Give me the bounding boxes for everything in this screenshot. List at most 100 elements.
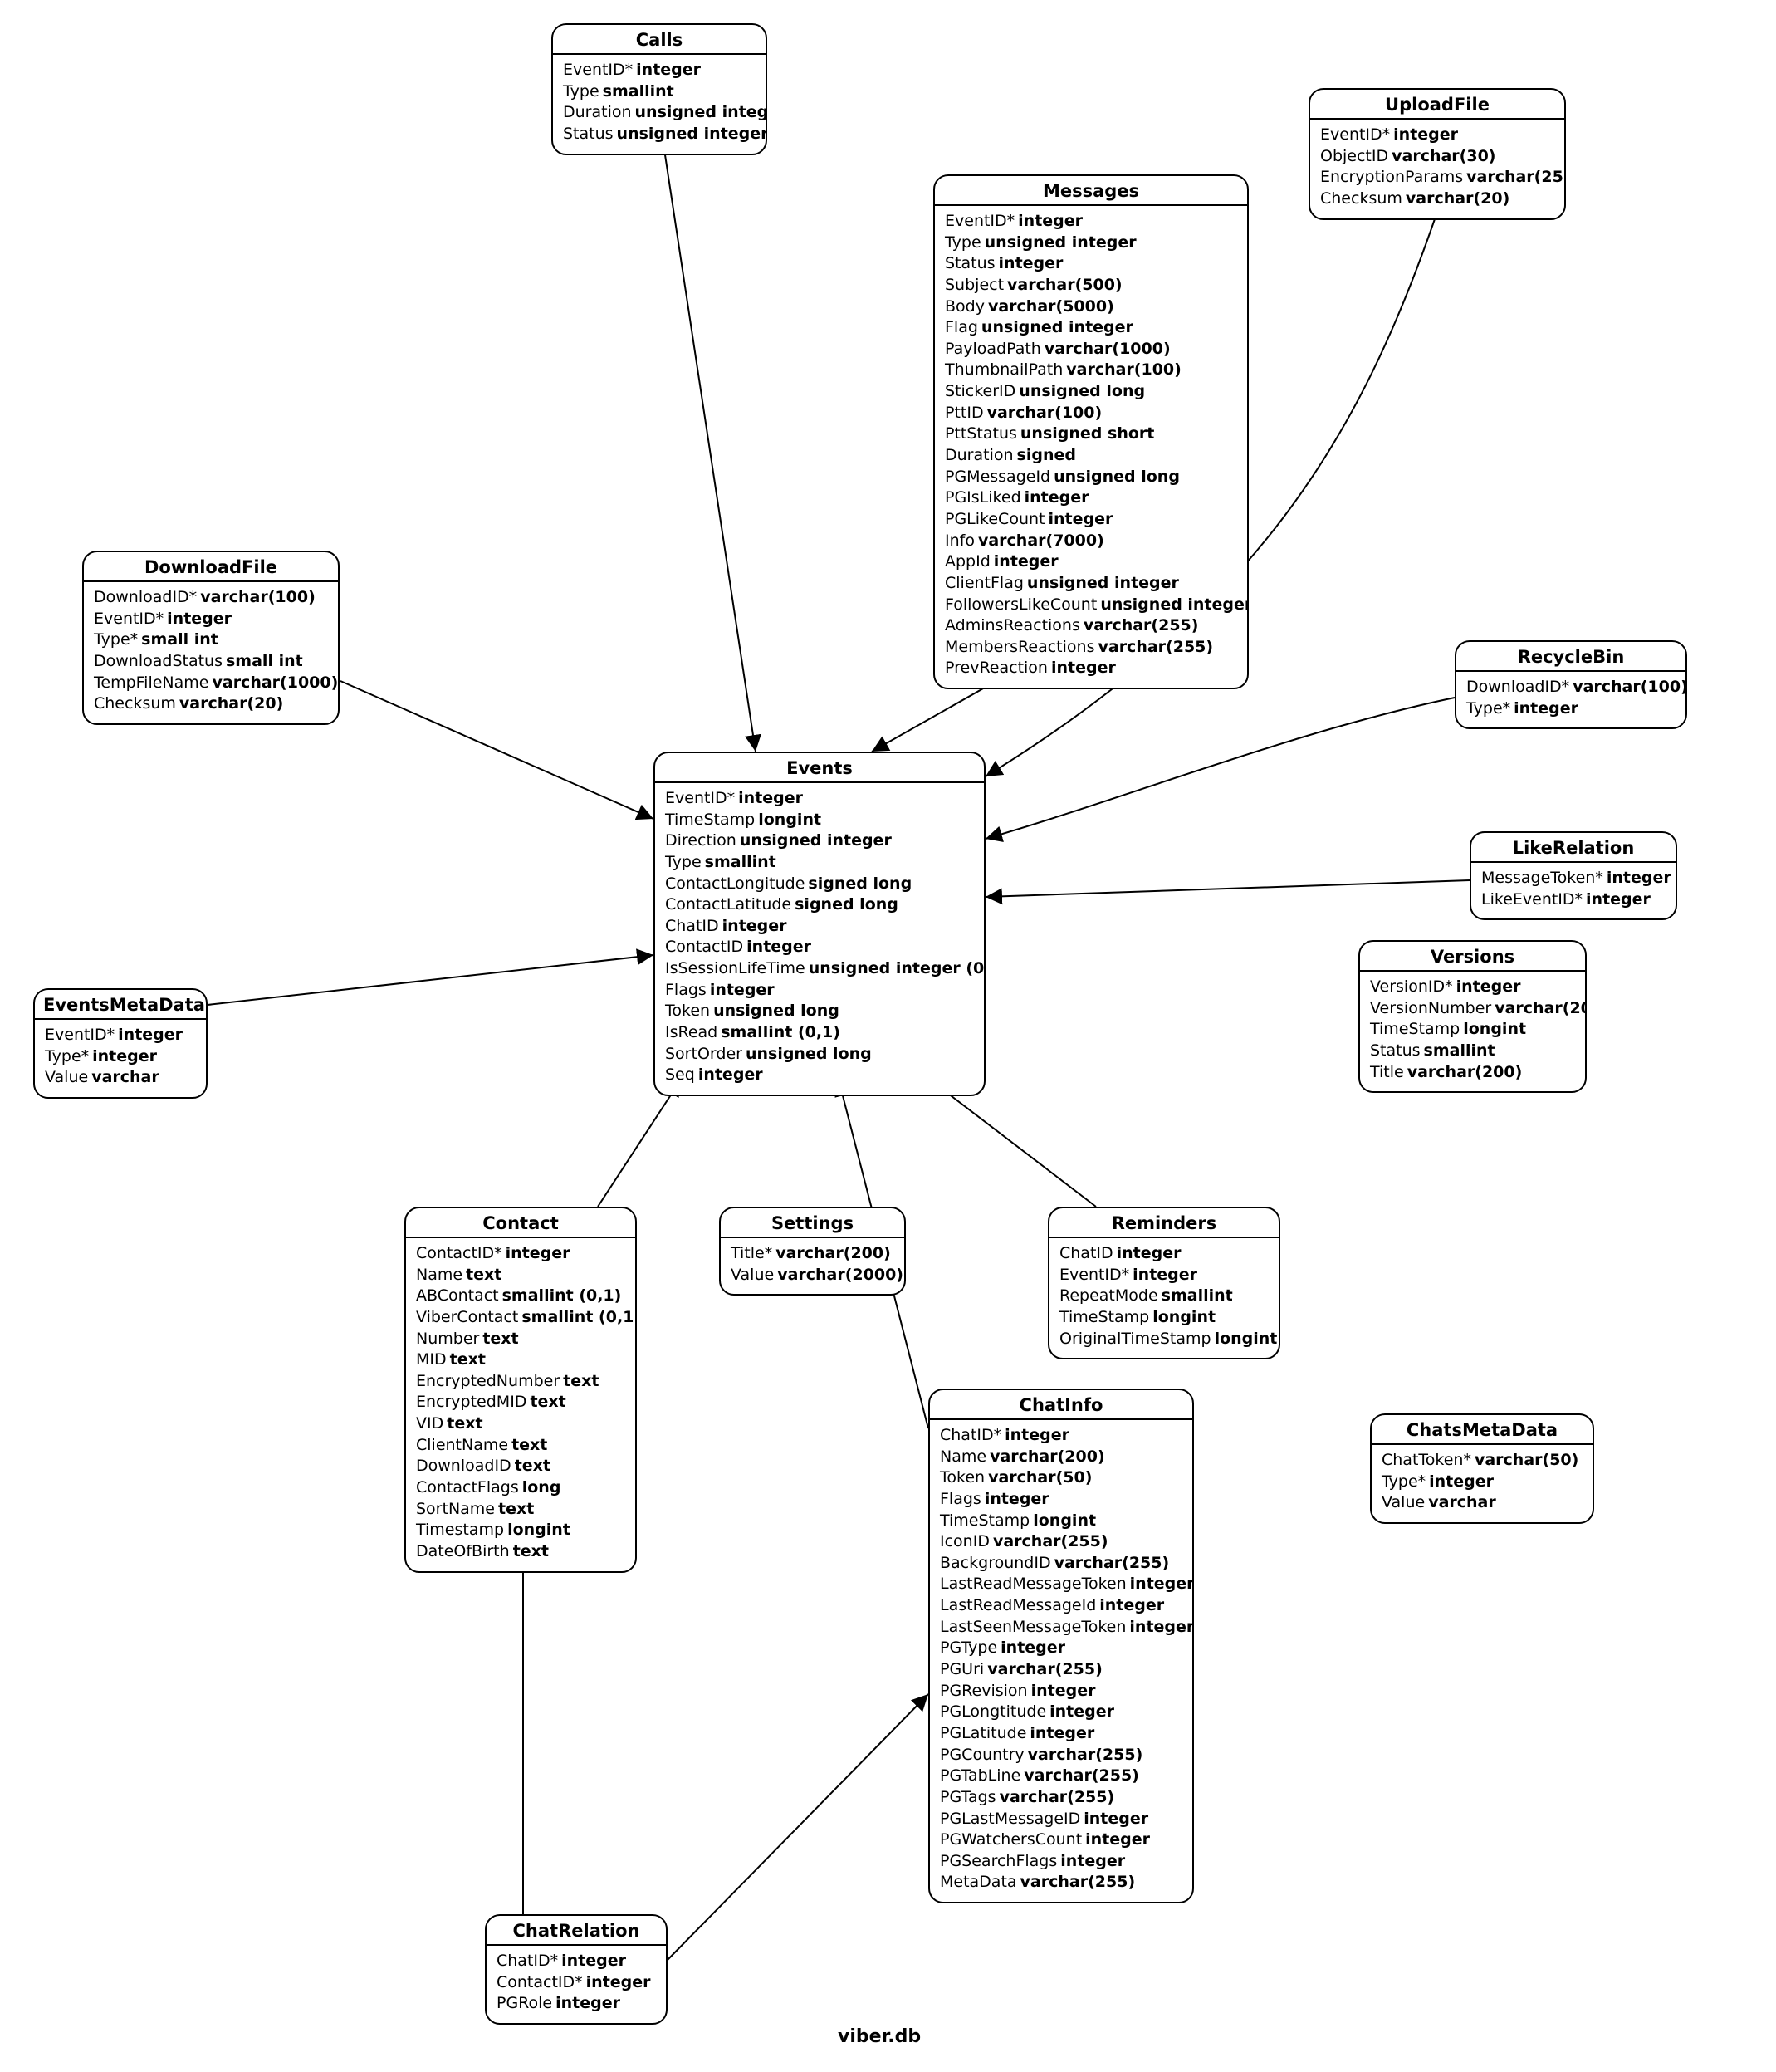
field-row: Valuevarchar — [1382, 1492, 1583, 1514]
field-row: Statussmallint — [1370, 1041, 1575, 1062]
field-name: ChatID* — [940, 1426, 1001, 1444]
field-name: EventID* — [563, 61, 633, 79]
field-name: PGLastMessageID — [940, 1810, 1080, 1828]
field-name: EventID* — [94, 610, 164, 628]
field-type: integer — [1514, 699, 1578, 718]
field-row: LastReadMessageTokeninteger — [940, 1574, 1182, 1595]
entity-chatinfo: ChatInfoChatID*integerNamevarchar(200)To… — [928, 1389, 1194, 1903]
field-row: MIDtext — [416, 1349, 625, 1371]
field-row: PGCountryvarchar(255) — [940, 1745, 1182, 1766]
entity-events: EventsEventID*integerTimeStamplongintDir… — [653, 752, 986, 1096]
field-row: TimeStamplongint — [665, 810, 974, 831]
entity-fields: EventID*integerType*integerValuevarchar — [35, 1020, 206, 1097]
field-row: PttIDvarchar(100) — [945, 403, 1237, 424]
field-name: Timestamp — [416, 1521, 504, 1539]
field-type: text — [515, 1457, 550, 1475]
field-type: integer — [1429, 1472, 1494, 1491]
field-row: IconIDvarchar(255) — [940, 1531, 1182, 1553]
field-row: SortOrderunsigned long — [665, 1044, 974, 1065]
field-row: DownloadID*varchar(100) — [94, 587, 328, 609]
field-name: AdminsReactions — [945, 616, 1080, 634]
field-type: integer — [1060, 1852, 1125, 1870]
entity-title: Settings — [721, 1208, 904, 1238]
connector-line — [664, 149, 756, 752]
field-type: longint — [507, 1521, 570, 1539]
entity-fields: ChatID*integerContactID*integerPGRoleint… — [487, 1946, 666, 2023]
field-row: PGLongtitudeinteger — [940, 1702, 1182, 1723]
field-row: Statusinteger — [945, 253, 1237, 275]
field-name: Direction — [665, 831, 736, 850]
field-name: AppId — [945, 552, 991, 571]
field-row: IsReadsmallint (0,1) — [665, 1022, 974, 1044]
field-row: ObjectIDvarchar(30) — [1320, 146, 1554, 168]
field-row: PGSearchFlagsinteger — [940, 1851, 1182, 1873]
field-row: FollowersLikeCountunsigned integer — [945, 595, 1237, 616]
field-type: text — [498, 1500, 534, 1518]
field-row: Type*integer — [45, 1046, 196, 1068]
field-type: smallint (0,1) — [521, 1308, 637, 1326]
entity-chatrelation: ChatRelationChatID*integerContactID*inte… — [485, 1914, 668, 2025]
field-name: ChatID — [665, 917, 719, 935]
field-name: MembersReactions — [945, 638, 1094, 656]
field-row: EventID*integer — [563, 60, 756, 81]
field-name: PGTabLine — [940, 1766, 1020, 1785]
field-name: IconID — [940, 1532, 990, 1550]
field-name: PGLatitude — [940, 1724, 1026, 1742]
field-type: integer — [1117, 1244, 1182, 1262]
field-row: PGLatitudeinteger — [940, 1723, 1182, 1745]
entity-fields: MessageToken*integerLikeEventID*integer — [1471, 863, 1676, 918]
connector-line — [340, 681, 653, 819]
entity-uploadfile: UploadFileEventID*integerObjectIDvarchar… — [1309, 88, 1566, 220]
field-type: unsigned short — [1020, 424, 1154, 443]
field-type: small int — [226, 652, 303, 670]
field-name: DateOfBirth — [416, 1542, 510, 1560]
field-name: IsSessionLifeTime — [665, 959, 805, 977]
field-row: ContactLatitudesigned long — [665, 894, 974, 916]
field-name: Flag — [945, 318, 978, 336]
field-row: EventID*integer — [945, 211, 1237, 233]
field-row: StickerIDunsigned long — [945, 381, 1237, 403]
field-type: smallint (0,1) — [721, 1023, 840, 1041]
entity-fields: DownloadID*varchar(100)EventID*integerTy… — [84, 582, 338, 723]
entity-title: UploadFile — [1310, 90, 1564, 120]
field-type: smallint — [1424, 1041, 1495, 1060]
field-row: Typesmallint — [665, 852, 974, 874]
connector-line — [986, 880, 1470, 897]
connector-line — [872, 681, 996, 752]
field-type: integer — [1084, 1810, 1148, 1828]
field-type: varchar(255) — [1000, 1788, 1115, 1806]
field-type: varchar(255) — [1084, 616, 1199, 634]
field-row: Durationsigned — [945, 445, 1237, 467]
field-row: VersionID*integer — [1370, 977, 1575, 998]
field-name: Flags — [665, 981, 707, 999]
field-type: varchar — [91, 1068, 159, 1086]
field-name: PGUri — [940, 1660, 984, 1678]
field-name: ContactID — [665, 938, 743, 956]
field-type: integer — [1018, 212, 1083, 230]
field-row: ContactID*integer — [416, 1243, 625, 1265]
field-name: MetaData — [940, 1873, 1017, 1891]
field-name: MID — [416, 1350, 447, 1369]
field-name: LikeEventID* — [1481, 890, 1583, 909]
field-row: Statusunsigned integer — [563, 124, 756, 145]
field-row: PayloadPathvarchar(1000) — [945, 339, 1237, 360]
diagram-caption: viber.db — [838, 2026, 921, 2047]
field-name: PGRole — [497, 1994, 552, 2012]
field-name: EventID* — [945, 212, 1015, 230]
field-row: PGUrivarchar(255) — [940, 1659, 1182, 1681]
entity-likerelation: LikeRelationMessageToken*integerLikeEven… — [1470, 831, 1677, 920]
field-row: RepeatModesmallint — [1059, 1286, 1269, 1307]
field-name: Title — [1370, 1063, 1404, 1081]
field-row: PGTypeinteger — [940, 1638, 1182, 1659]
field-name: TempFileName — [94, 674, 208, 692]
field-name: Status — [1370, 1041, 1421, 1060]
field-row: ThumbnailPathvarchar(100) — [945, 360, 1237, 381]
field-row: Flagsinteger — [940, 1489, 1182, 1511]
field-name: LastSeenMessageToken — [940, 1618, 1126, 1636]
field-row: EventID*integer — [45, 1025, 196, 1046]
field-name: VersionNumber — [1370, 999, 1491, 1017]
field-type: smallint — [705, 853, 776, 871]
field-type: integer — [985, 1490, 1049, 1508]
field-row: EventID*integer — [1059, 1265, 1269, 1286]
field-type: longint — [758, 811, 821, 829]
